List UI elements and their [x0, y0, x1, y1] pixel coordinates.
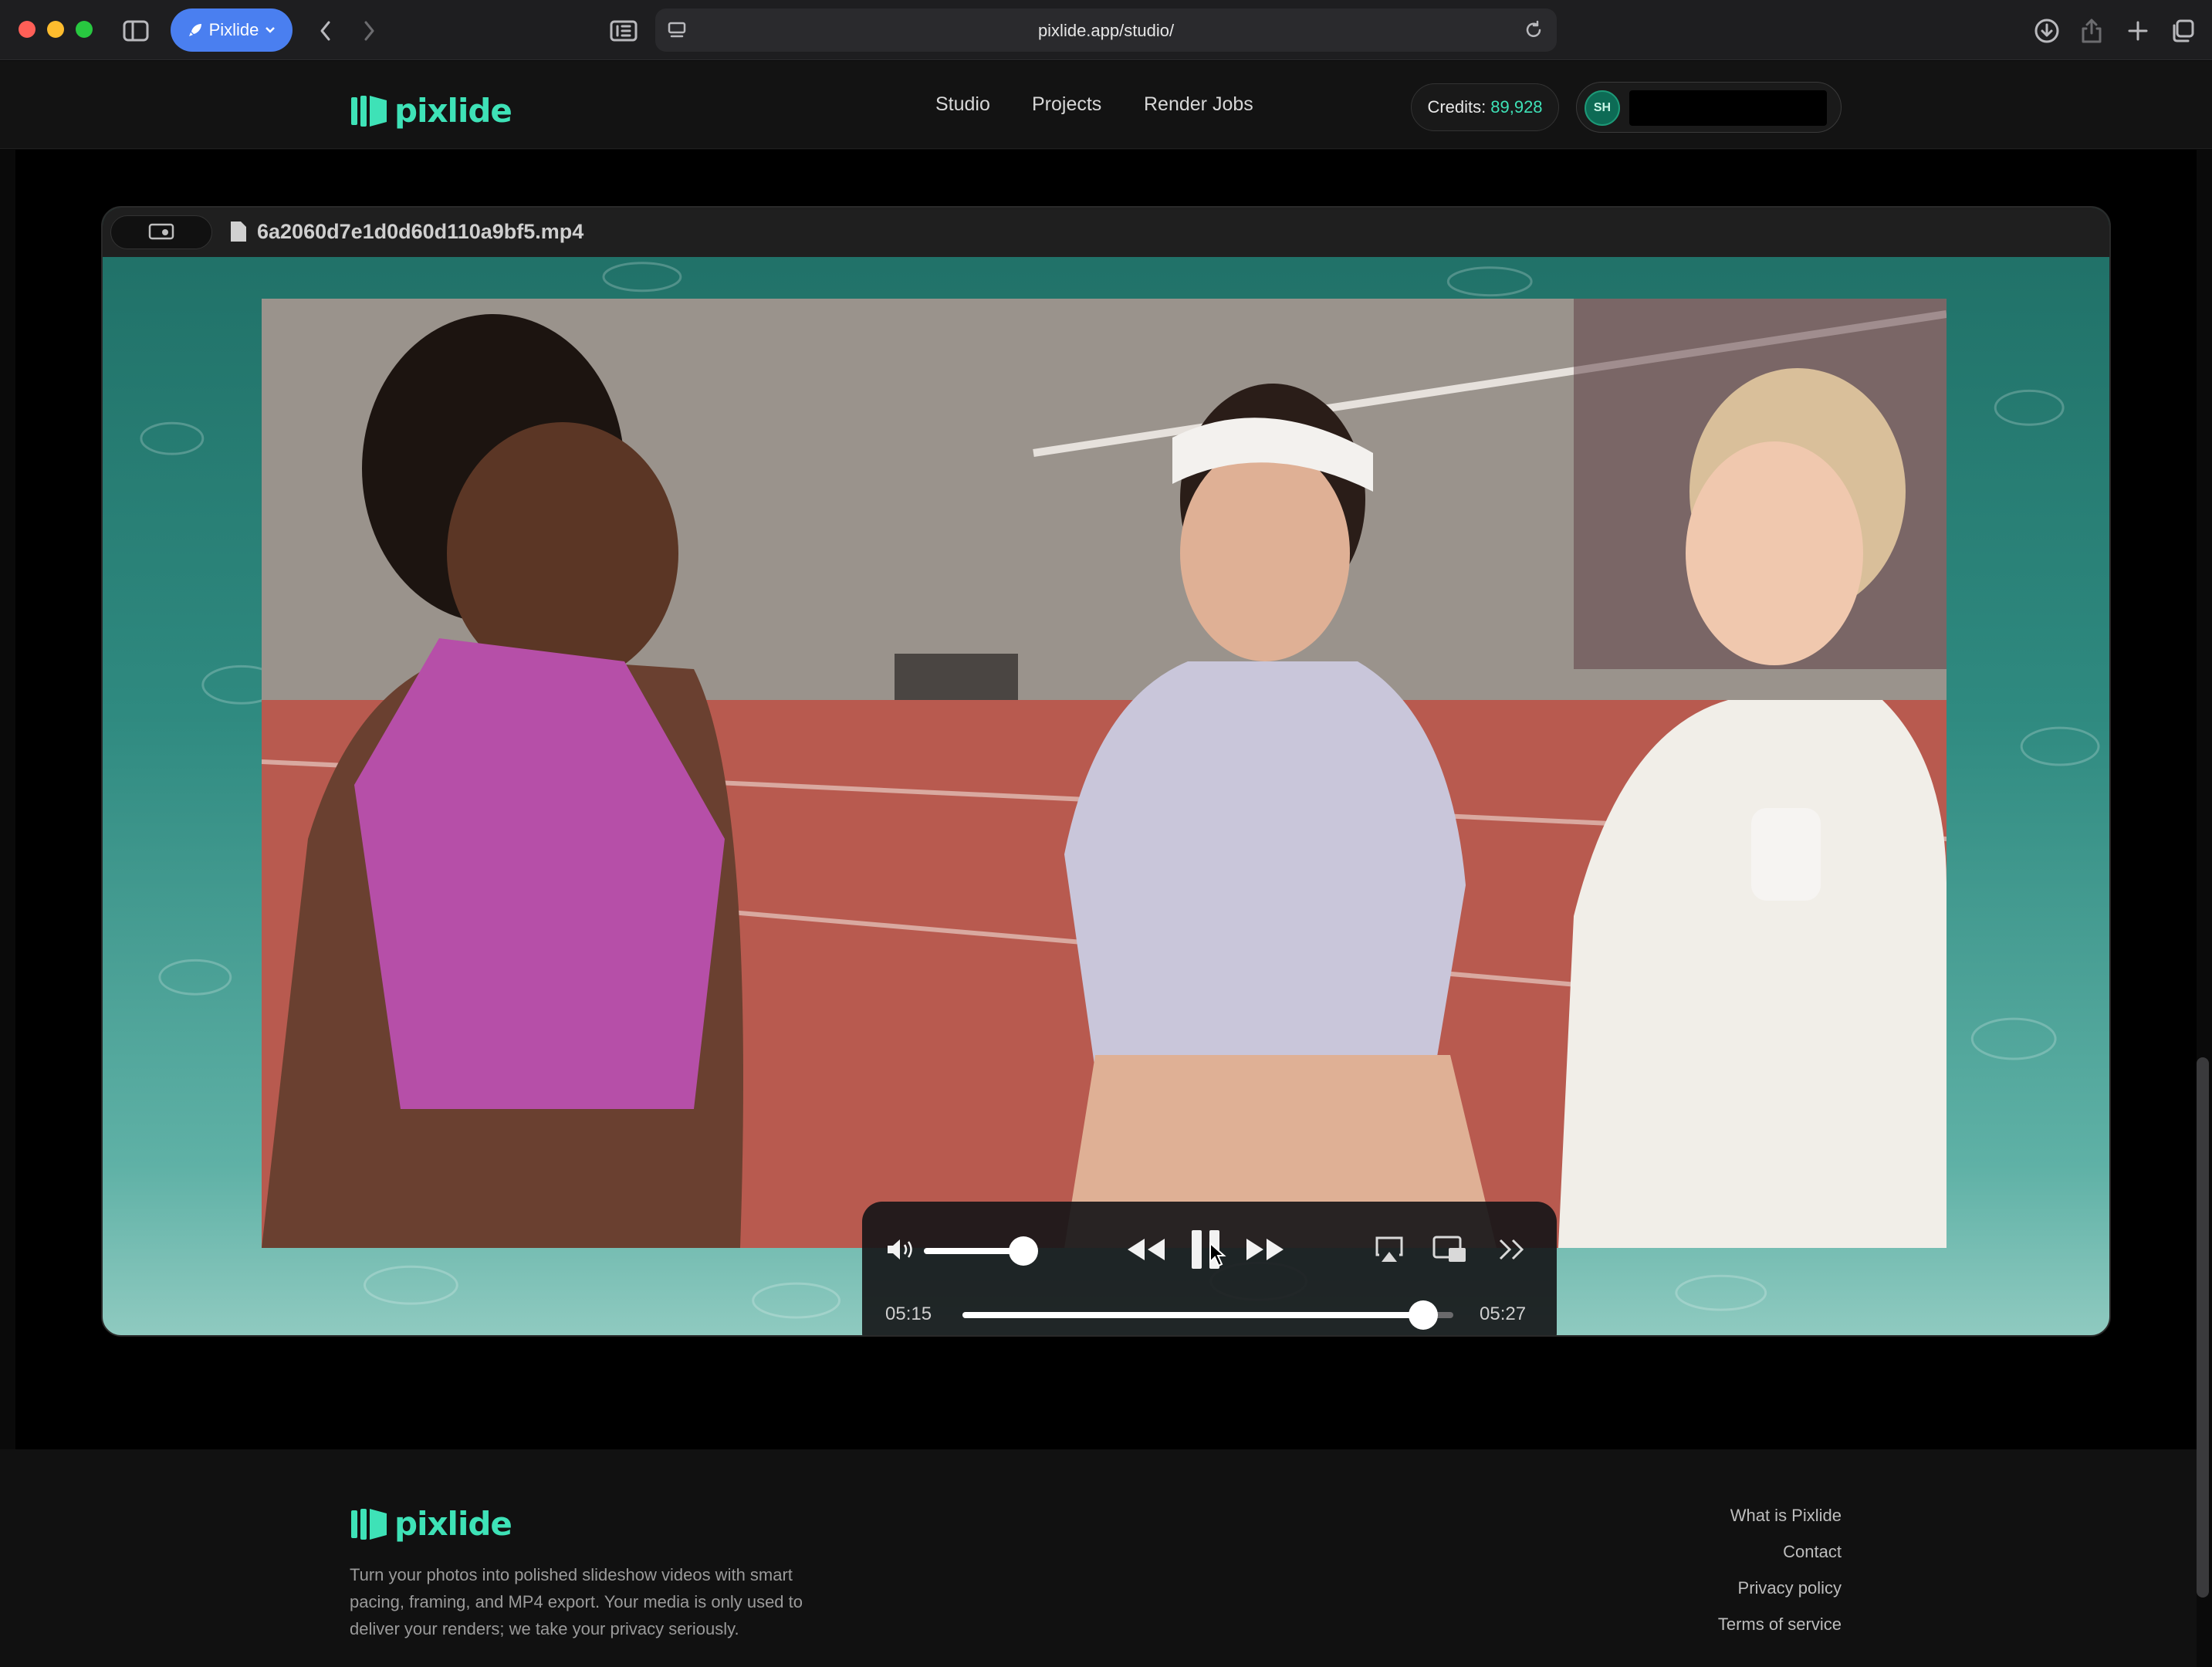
logo-icon	[351, 1508, 387, 1540]
reader-icon[interactable]	[605, 17, 642, 45]
chevron-double-right-icon[interactable]	[1495, 1234, 1529, 1265]
display-mode-button[interactable]	[110, 215, 212, 249]
seek-knob[interactable]	[1409, 1300, 1438, 1330]
logo-icon	[351, 95, 387, 127]
chevron-right-icon	[364, 21, 374, 41]
seek-bar[interactable]	[962, 1300, 1453, 1330]
rocket-icon	[188, 24, 201, 36]
volume-icon[interactable]	[884, 1234, 918, 1265]
volume-slider[interactable]	[924, 1236, 1038, 1266]
footer-logo-text: pixlide	[394, 1505, 512, 1543]
player-titlebar: 6a2060d7e1d0d60d110a9bf5.mp4	[103, 208, 2109, 257]
video-still	[262, 299, 1946, 1248]
cursor-icon	[1209, 1242, 1226, 1267]
chevron-left-icon	[320, 21, 330, 41]
user-name-redacted	[1629, 90, 1827, 126]
logo[interactable]: pixlide	[350, 92, 512, 130]
rewind-icon[interactable]	[1125, 1232, 1168, 1266]
remaining-time: 05:27	[1480, 1304, 1527, 1324]
profile-button[interactable]: Pixlide	[171, 8, 293, 52]
footer-link-privacy[interactable]: Privacy policy	[1738, 1578, 1842, 1598]
chevron-down-icon	[266, 27, 276, 33]
zoom-window-button[interactable]	[76, 21, 93, 38]
airplay-icon[interactable]	[1372, 1232, 1407, 1266]
credits-label: Credits:	[1427, 97, 1487, 117]
back-button[interactable]	[310, 17, 341, 45]
file-name: 6a2060d7e1d0d60d110a9bf5.mp4	[257, 220, 584, 243]
share-icon[interactable]	[2076, 15, 2107, 46]
sidebar-toggle-icon[interactable]	[120, 17, 151, 45]
user-menu[interactable]: SH	[1576, 82, 1842, 133]
display-icon	[148, 223, 174, 240]
footer-link-contact[interactable]: Contact	[1783, 1542, 1842, 1562]
tab-overview-icon[interactable]	[2167, 15, 2198, 46]
seek-progress	[962, 1312, 1424, 1318]
volume-knob[interactable]	[1009, 1236, 1038, 1266]
reload-icon[interactable]	[1521, 18, 1546, 42]
app-header: pixlide Studio Projects Render Jobs Cred…	[0, 61, 2212, 149]
address-bar[interactable]: pixlide.app/studio/	[655, 8, 1557, 52]
browser-toolbar: Pixlide pixlide.app/studio/	[0, 0, 2212, 60]
forward-button[interactable]	[353, 17, 384, 45]
current-time: 05:15	[885, 1304, 932, 1324]
video-player[interactable]: 6a2060d7e1d0d60d110a9bf5.mp4 05:15 05:27	[101, 206, 2111, 1337]
footer-logo[interactable]: pixlide	[350, 1505, 512, 1543]
nav-render-jobs[interactable]: Render Jobs	[1144, 93, 1253, 116]
downloads-icon[interactable]	[2031, 15, 2062, 46]
new-tab-icon[interactable]	[2122, 15, 2153, 46]
footer-link-what-is[interactable]: What is Pixlide	[1730, 1506, 1842, 1526]
footer: pixlide Turn your photos into polished s…	[0, 1449, 2197, 1667]
file-icon	[231, 221, 246, 242]
url-text: pixlide.app/studio/	[1037, 21, 1175, 40]
credits-value: 89,928	[1490, 97, 1543, 117]
avatar: SH	[1585, 90, 1620, 126]
playback-controls: 05:15 05:27	[862, 1202, 1557, 1335]
profile-label: Pixlide	[208, 20, 259, 39]
footer-link-terms[interactable]: Terms of service	[1718, 1615, 1842, 1635]
volume-fill	[924, 1248, 1023, 1254]
footer-tagline: Turn your photos into polished slideshow…	[350, 1565, 803, 1638]
logo-text: pixlide	[394, 92, 512, 130]
minimize-window-button[interactable]	[47, 21, 64, 38]
fast-forward-icon[interactable]	[1243, 1232, 1287, 1266]
video-frame[interactable]	[262, 299, 1946, 1248]
nav-projects[interactable]: Projects	[1032, 93, 1101, 116]
credits-badge[interactable]: Credits: 89,928	[1411, 83, 1559, 131]
page-scrollbar[interactable]	[2197, 1057, 2209, 1598]
nav-studio[interactable]: Studio	[935, 93, 990, 116]
picture-in-picture-icon[interactable]	[1430, 1232, 1469, 1266]
close-window-button[interactable]	[19, 21, 36, 38]
